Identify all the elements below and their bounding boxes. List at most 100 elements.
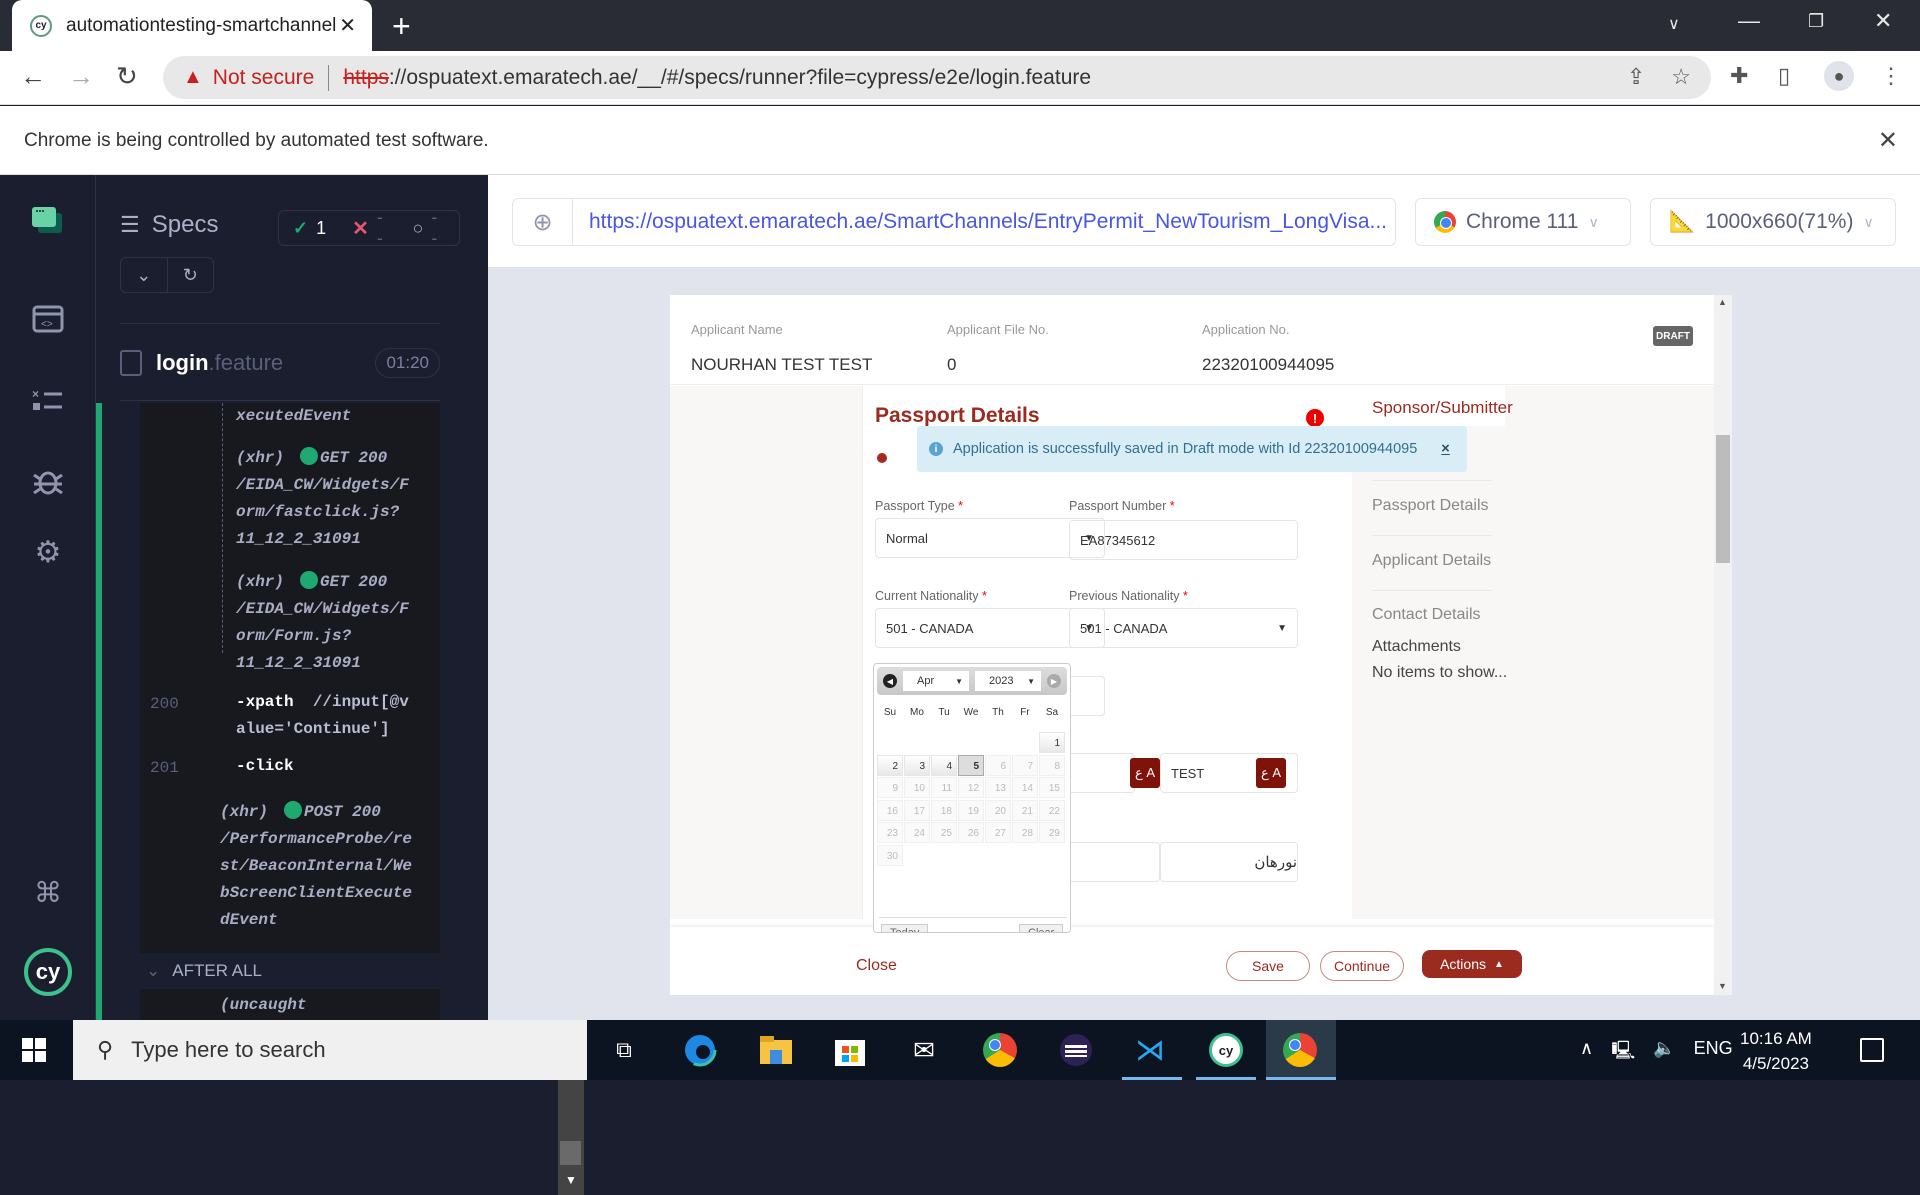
volume-icon[interactable]: 🔈 xyxy=(1653,1038,1675,1068)
settings-gear-icon[interactable]: ⚙ xyxy=(30,535,66,571)
svg-text:×: × xyxy=(32,388,39,401)
browser-selector[interactable]: Chrome 111 ∨ xyxy=(1415,198,1631,246)
debug-bug-icon[interactable] xyxy=(30,465,66,501)
prev-month-icon[interactable]: ◀ xyxy=(883,674,897,688)
file-explorer-icon[interactable] xyxy=(756,1030,796,1070)
calendar-day: 19 xyxy=(958,799,984,821)
today-button[interactable]: Today xyxy=(881,924,929,932)
reload-button[interactable]: ↻ xyxy=(116,61,138,92)
month-select[interactable]: Apr ▼ xyxy=(903,671,969,691)
edge-icon[interactable] xyxy=(680,1030,720,1070)
after-all-hook[interactable]: ⌄ AFTER ALL xyxy=(140,953,440,989)
keyboard-shortcuts-icon[interactable]: ⌘ xyxy=(30,875,66,911)
chrome-active-icon[interactable] xyxy=(1280,1030,1320,1070)
calendar-day[interactable]: 1 xyxy=(1039,732,1065,753)
scrollbar-thumb[interactable] xyxy=(560,1141,581,1165)
radio-button[interactable] xyxy=(877,453,887,463)
automation-notice: Chrome is being controlled by automated … xyxy=(24,130,489,151)
close-link[interactable]: Close xyxy=(856,957,897,975)
runs-nav-icon[interactable]: × xyxy=(30,387,66,424)
weekday-header: Th xyxy=(992,707,1004,718)
new-tab-button[interactable]: + xyxy=(392,8,411,45)
command-log-entry[interactable]: xecutedEvent xyxy=(236,403,351,430)
task-view-icon[interactable]: ⧉ xyxy=(604,1030,644,1070)
selector-playground-icon[interactable]: ⊕ xyxy=(513,199,573,245)
actions-button[interactable]: Actions ▲ xyxy=(1422,950,1522,978)
not-secure-label[interactable]: Not secure xyxy=(213,66,315,90)
share-icon[interactable]: ⇪ xyxy=(1627,64,1645,90)
aut-url-bar[interactable]: ⊕ https://ospuatext.emaratech.ae/SmartCh… xyxy=(512,198,1396,246)
year-select[interactable]: 2023 ▼ xyxy=(975,671,1041,691)
save-button[interactable]: Save xyxy=(1226,951,1310,981)
notification-icon[interactable] xyxy=(1860,1038,1884,1062)
collapse-chevron-icon[interactable]: ⌄ xyxy=(121,258,168,292)
clear-button[interactable]: Clear xyxy=(1019,924,1064,932)
next-month-icon[interactable]: ▶ xyxy=(1047,674,1061,688)
aut-url[interactable]: https://ospuatext.emaratech.ae/SmartChan… xyxy=(573,210,1387,234)
nav-passport-details[interactable]: Passport Details xyxy=(1372,497,1489,515)
scrollbar-thumb[interactable] xyxy=(1716,435,1730,563)
cypress-taskbar-icon[interactable]: cy xyxy=(1206,1030,1246,1070)
passport-number-input[interactable]: EA87345612 xyxy=(1069,520,1298,560)
infobar-close-icon[interactable]: ✕ xyxy=(1878,126,1898,155)
menu-kebab-icon[interactable]: ⋮ xyxy=(1880,63,1902,89)
language-indicator[interactable]: ENG xyxy=(1694,1038,1733,1068)
specs-nav-icon[interactable]: <> xyxy=(30,305,66,341)
xpath-command[interactable]: -xpath //input[@v alue='Continue'] xyxy=(236,689,409,743)
transliterate-icon[interactable]: ع A xyxy=(1256,758,1286,788)
continue-button[interactable]: Continue xyxy=(1320,951,1404,981)
mail-icon[interactable]: ✉ xyxy=(904,1030,944,1070)
profile-avatar-icon[interactable]: ● xyxy=(1824,61,1854,91)
side-panel-icon[interactable]: ▯ xyxy=(1778,63,1790,89)
nav-sponsor-submitter[interactable]: Sponsor/Submitter xyxy=(1352,386,1513,426)
scroll-down-icon[interactable]: ▼ xyxy=(1718,981,1727,991)
xhr-command[interactable]: (xhr) POST 200 /PerformanceProbe/re st/Be… xyxy=(220,799,412,934)
back-button[interactable]: ← xyxy=(20,61,46,92)
tab-search-icon[interactable]: ∨ xyxy=(1668,14,1680,34)
uncaught-exception-entry[interactable]: (uncaught xyxy=(140,990,440,1020)
calendar-day[interactable]: 5 xyxy=(958,754,984,776)
specs-header[interactable]: ☰ Specs xyxy=(120,211,218,239)
toast-close-icon[interactable]: × xyxy=(1441,441,1449,457)
rerun-icon[interactable]: ↻ xyxy=(168,258,214,292)
scroll-down-icon[interactable]: ▼ xyxy=(565,1173,577,1187)
eclipse-icon[interactable] xyxy=(1056,1030,1096,1070)
taskbar-search[interactable]: ⚲ Type here to search xyxy=(73,1020,587,1080)
tray-overflow-icon[interactable]: ∧ xyxy=(1580,1038,1593,1068)
nav-contact-details[interactable]: Contact Details xyxy=(1372,606,1481,624)
calendar-day[interactable]: 2 xyxy=(877,754,903,776)
calendar-day[interactable]: 4 xyxy=(931,754,957,776)
nav-applicant-details[interactable]: Applicant Details xyxy=(1372,552,1491,570)
cypress-logo-icon: cy xyxy=(24,948,72,996)
viewport-selector[interactable]: 📐 1000x660 (71%) ∨ xyxy=(1650,198,1896,246)
transliterate-icon[interactable]: ع A xyxy=(1130,758,1160,788)
project-icon[interactable] xyxy=(30,205,66,241)
bookmark-star-icon[interactable]: ☆ xyxy=(1671,64,1691,90)
first-name-ar-input[interactable]: نورهان xyxy=(1160,842,1298,882)
calendar-day[interactable]: 3 xyxy=(904,754,930,776)
tab-close-icon[interactable]: ✕ xyxy=(339,13,356,38)
network-icon[interactable]: 🖳 xyxy=(1611,1038,1635,1068)
microsoft-store-icon[interactable] xyxy=(830,1030,870,1070)
scroll-up-icon[interactable]: ▲ xyxy=(1718,297,1727,307)
chrome-taskbar-icon[interactable] xyxy=(980,1030,1020,1070)
address-bar[interactable]: ▲ Not secure https ://ospuatext.emaratec… xyxy=(163,56,1711,99)
previous-nationality-select[interactable]: 501 - CANADA ▼ xyxy=(1069,608,1298,648)
xhr-command[interactable]: (xhr) GET 200 /EIDA_CW/Widgets/F orm/fast… xyxy=(236,445,409,553)
url-text: ://ospuatext.emaratech.ae/__/#/specs/run… xyxy=(388,65,1092,89)
spec-file-header[interactable]: login .feature 01:20 xyxy=(120,348,440,378)
browser-tab[interactable]: cy automationtesting-smartchannel ✕ xyxy=(12,0,372,51)
calendar-day: 8 xyxy=(1039,754,1065,776)
forward-button[interactable]: → xyxy=(68,61,94,92)
app-scrollbar[interactable]: ▲ ▼ xyxy=(1714,295,1732,995)
extensions-icon[interactable]: ✚ xyxy=(1730,63,1748,89)
window-close-button[interactable]: ✕ xyxy=(1874,8,1892,34)
minimize-button[interactable]: — xyxy=(1738,8,1760,34)
xhr-command[interactable]: (xhr) GET 200 /EIDA_CW/Widgets/F orm/Form… xyxy=(236,569,409,677)
datepicker: ◀ Apr ▼ 2023 ▼ ▶ Su Mo Tu We Th Fr Sa 1 2 3 4 5 6 7 8 9 10… xyxy=(873,663,1071,933)
taskbar-clock[interactable]: 10:16 AM 4/5/2023 xyxy=(1740,1026,1812,1076)
windows-start-icon[interactable] xyxy=(22,1038,46,1062)
restore-button[interactable]: ❐ xyxy=(1808,11,1824,32)
vscode-icon[interactable]: ⋊ xyxy=(1130,1030,1170,1070)
click-command[interactable]: -click xyxy=(236,753,294,780)
